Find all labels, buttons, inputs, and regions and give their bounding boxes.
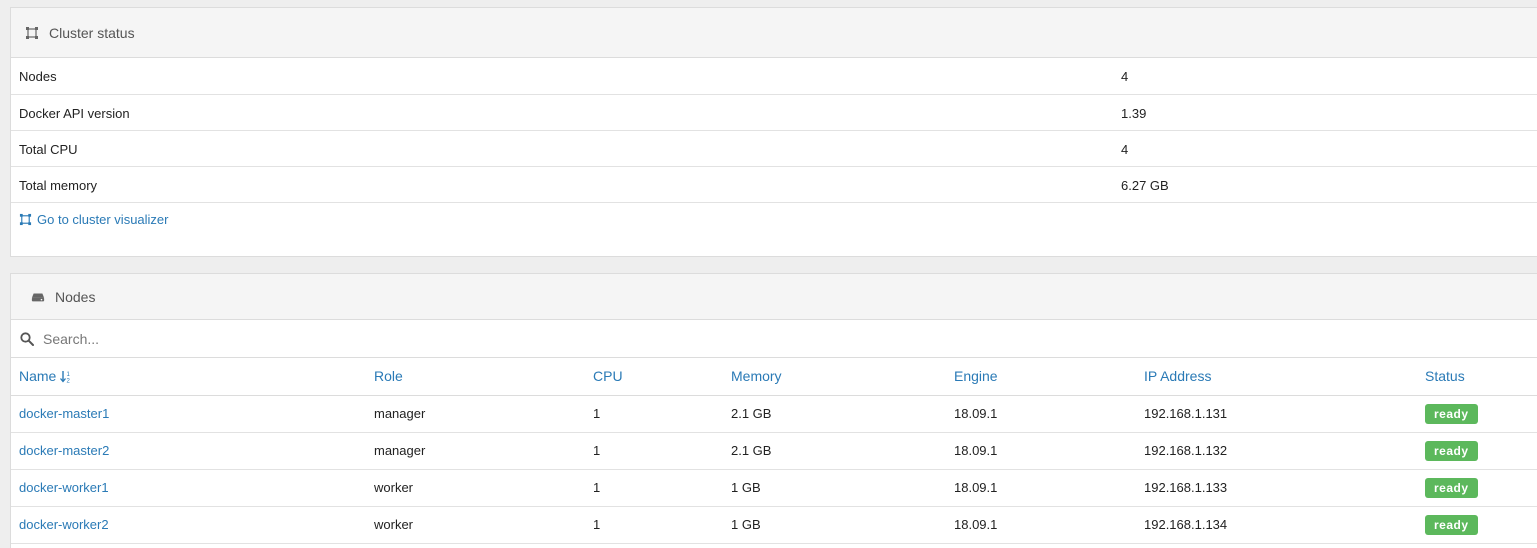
search-bar (11, 320, 1537, 358)
node-engine: 18.09.1 (954, 406, 998, 421)
node-status: ready (1425, 515, 1478, 535)
node-status: ready (1425, 478, 1478, 498)
column-header-ip[interactable]: IP Address (1144, 368, 1211, 384)
node-ip: 192.168.1.134 (1144, 517, 1228, 532)
table-row: docker-worker1 worker 1 1 GB 18.09.1 192… (11, 470, 1537, 507)
node-status: ready (1425, 441, 1478, 461)
kv-key: Total memory (19, 178, 98, 193)
node-engine: 18.09.1 (954, 480, 998, 495)
status-badge: ready (1425, 404, 1478, 424)
node-role: manager (374, 406, 426, 421)
search-input[interactable] (43, 330, 643, 347)
node-name-link[interactable]: docker-worker1 (19, 480, 109, 495)
node-name-link[interactable]: docker-worker2 (19, 517, 109, 532)
search-icon (20, 331, 34, 346)
node-role: worker (374, 480, 414, 495)
nodes-heading: Nodes (11, 274, 1537, 320)
status-badge: ready (1425, 515, 1478, 535)
kv-value: 6.27 GB (1121, 178, 1169, 193)
column-header-name[interactable]: Name 1 2 (19, 368, 72, 386)
node-ip: 192.168.1.131 (1144, 406, 1228, 421)
table-row: docker-worker2 worker 1 1 GB 18.09.1 192… (11, 507, 1537, 544)
svg-text:2: 2 (67, 379, 71, 384)
kv-key: Docker API version (19, 106, 130, 121)
node-memory: 1 GB (731, 480, 761, 495)
node-engine: 18.09.1 (954, 443, 998, 458)
nodes-panel: Nodes Name12 Role CPU Memory Engine IP A… (10, 273, 1537, 548)
column-header-memory[interactable]: Memory (731, 368, 782, 384)
node-engine: 18.09.1 (954, 517, 998, 532)
table-row: docker-master1 manager 1 2.1 GB 18.09.1 … (11, 396, 1537, 433)
node-memory: 2.1 GB (731, 443, 772, 458)
node-ip: 192.168.1.133 (1144, 480, 1228, 495)
node-name-link[interactable]: docker-master2 (19, 443, 109, 458)
status-badge: ready (1425, 478, 1478, 498)
status-badge: ready (1425, 441, 1478, 461)
node-memory: 1 GB (731, 517, 761, 532)
kv-key: Total CPU (19, 142, 78, 157)
cluster-visualizer-link[interactable]: Go to cluster visualizer (19, 212, 169, 227)
svg-text:1: 1 (67, 372, 71, 378)
node-cpu: 1 (593, 517, 601, 532)
visualizer-link-label: Go to cluster visualizer (37, 212, 169, 227)
kv-value: 1.39 (1121, 106, 1147, 121)
kv-row-total-cpu: Total CPU 4 (11, 131, 1537, 167)
cluster-status-panel: Cluster status Nodes 4 Docker API versio… (10, 7, 1537, 257)
kv-row-nodes: Nodes 4 (11, 58, 1537, 95)
kv-key: Nodes (19, 69, 57, 84)
kv-row-total-memory: Total memory 6.27 GB (11, 167, 1537, 203)
table-row: docker-master2 manager 1 2.1 GB 18.09.1 … (11, 433, 1537, 470)
sort-alpha-icon: 12 (60, 370, 72, 386)
column-header-engine[interactable]: Engine (954, 368, 998, 384)
column-header-role[interactable]: Role (374, 368, 403, 384)
column-header-status[interactable]: Status (1425, 368, 1465, 384)
nodes-title: Nodes (55, 288, 96, 305)
cluster-status-heading: Cluster status (11, 8, 1537, 58)
table-header: Name 1 2 Role CPU Memory Engine IP Address… (11, 358, 1537, 396)
node-memory: 2.1 GB (731, 406, 772, 421)
column-header-cpu[interactable]: CPU (593, 368, 623, 384)
hdd-icon (31, 290, 45, 304)
kv-value: 4 (1121, 69, 1129, 84)
node-cpu: 1 (593, 480, 601, 495)
column-header-label: Name (19, 368, 57, 384)
cluster-icon (19, 213, 32, 226)
node-cpu: 1 (593, 406, 601, 421)
cluster-icon (25, 26, 39, 40)
node-role: manager (374, 443, 426, 458)
kv-value: 4 (1121, 142, 1129, 157)
node-cpu: 1 (593, 443, 601, 458)
node-role: worker (374, 517, 414, 532)
node-name-link[interactable]: docker-master1 (19, 406, 109, 421)
kv-row-api-version: Docker API version 1.39 (11, 95, 1537, 131)
node-status: ready (1425, 404, 1478, 424)
cluster-status-title: Cluster status (49, 24, 135, 41)
node-ip: 192.168.1.132 (1144, 443, 1228, 458)
